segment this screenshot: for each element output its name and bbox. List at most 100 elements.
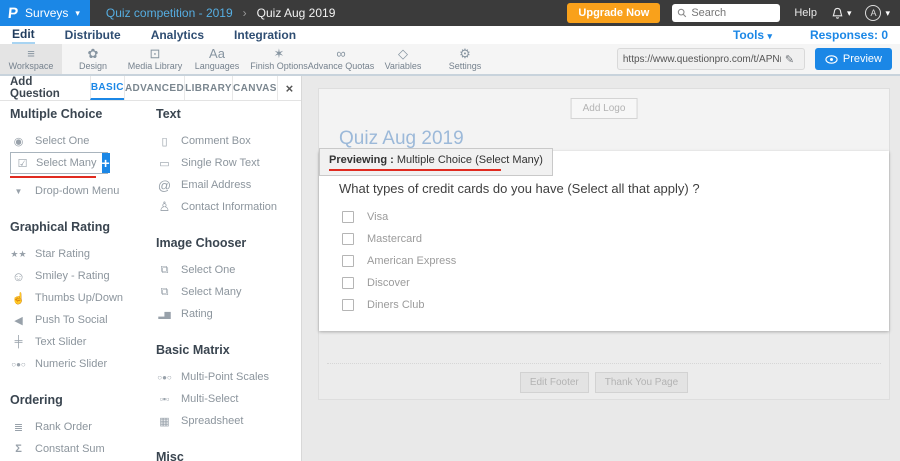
add-logo-button[interactable]: Add Logo (571, 98, 638, 119)
question-type-spreadsheet[interactable]: ▦ Spreadsheet (156, 410, 293, 432)
section-title: Image Chooser (156, 236, 293, 251)
section-title: Graphical Rating (10, 220, 156, 235)
toolbar-item-media-library[interactable]: ⊡ Media Library (124, 44, 186, 74)
toolbar-item-variables[interactable]: ◇ Variables (372, 44, 434, 74)
toolbar-item-workspace[interactable]: ≡ Workspace (0, 44, 62, 74)
notifications-menu[interactable]: ▾ (831, 7, 852, 20)
checkbox[interactable] (342, 299, 354, 311)
tab-basic[interactable]: BASIC (90, 76, 124, 100)
chart-icon: ▂▆ (156, 310, 173, 319)
close-icon[interactable]: × (277, 76, 301, 100)
edit-footer-button[interactable]: Edit Footer (520, 372, 589, 393)
search-box[interactable] (672, 4, 780, 22)
option-label: Diners Club (367, 299, 424, 311)
numeric-slider-icon: ○●○ (10, 360, 27, 369)
section-title: Multiple Choice (10, 107, 156, 122)
question-type-comment-box[interactable]: ▯ Comment Box (156, 130, 293, 152)
question-type-image-rating[interactable]: ▂▆ Rating (156, 303, 293, 325)
divider (327, 363, 881, 364)
breadcrumb-parent[interactable]: Quiz competition - 2019 (106, 6, 233, 20)
surveys-label: Surveys (25, 6, 68, 20)
tag-icon: ◇ (398, 47, 408, 60)
question-type-star-rating[interactable]: ★★ Star Rating (10, 243, 156, 265)
question-type-text-slider[interactable]: ╪ Text Slider (10, 331, 156, 353)
chevron-down-icon: ▾ (847, 8, 852, 19)
checkbox[interactable] (342, 255, 354, 267)
question-type-select-many[interactable]: ☑ Select Many + (10, 152, 108, 174)
upgrade-now-button[interactable]: Upgrade Now (567, 3, 660, 23)
rank-list-icon: ≣ (10, 421, 27, 434)
checkbox-icon: ☑ (14, 157, 31, 170)
question-type-multi-point-scales[interactable]: ○●○ Multi-Point Scales (156, 366, 293, 388)
bell-icon (831, 7, 844, 20)
question-type-numeric-slider[interactable]: ○●○ Numeric Slider (10, 353, 156, 375)
translate-icon: Aa (209, 47, 225, 60)
option-label: Discover (367, 277, 410, 289)
tab-edit[interactable]: Edit (12, 27, 35, 44)
toolbar-item-languages[interactable]: Aa Languages (186, 44, 248, 74)
toolbar-item-design[interactable]: ✿ Design (62, 44, 124, 74)
question-type-multi-select[interactable]: ▫▪▫ Multi-Select (156, 388, 293, 410)
image-icon: ⊡ (150, 47, 161, 60)
survey-preview-stage: Add Logo Quiz Aug 2019 Previewing : Mult… (318, 88, 890, 400)
question-type-rank-order[interactable]: ≣ Rank Order (10, 416, 156, 438)
tab-library[interactable]: LIBRARY (184, 76, 232, 100)
toolbar-item-settings[interactable]: ⚙ Settings (434, 44, 496, 74)
account-menu[interactable]: A ▾ (865, 5, 890, 21)
checkbox[interactable] (342, 277, 354, 289)
question-type-dropdown-menu[interactable]: ▼ Drop-down Menu (10, 180, 156, 202)
person-icon: ♙ (156, 199, 173, 215)
add-select-many-button[interactable]: + (102, 153, 110, 173)
previewing-chip: Previewing : Multiple Choice (Select Man… (319, 148, 553, 176)
checkbox[interactable] (342, 211, 354, 223)
question-type-image-select-many[interactable]: ⧉ Select Many (156, 281, 293, 303)
question-type-constant-sum[interactable]: Σ Constant Sum (10, 438, 156, 460)
workspace-icon: ≡ (27, 47, 35, 60)
question-type-smiley-rating[interactable]: ☺ Smiley - Rating (10, 265, 156, 287)
option-row: American Express (342, 250, 889, 272)
sigma-icon: Σ (10, 443, 27, 455)
surveys-menu[interactable]: P Surveys ▾ (0, 0, 90, 26)
question-type-push-to-social[interactable]: ◀ Push To Social (10, 309, 156, 331)
tab-integration[interactable]: Integration (234, 28, 296, 43)
editor-toolbar: ≡ Workspace ✿ Design ⊡ Media Library Aa … (0, 44, 900, 76)
question-type-thumbs-up-down[interactable]: ☝ Thumbs Up/Down (10, 287, 156, 309)
question-type-contact-information[interactable]: ♙ Contact Information (156, 196, 293, 218)
question-type-single-row-text[interactable]: ▭ Single Row Text (156, 152, 293, 174)
question-card: What types of credit cards do you have (… (319, 151, 889, 331)
question-type-select-one[interactable]: ◉ Select One (10, 130, 156, 152)
survey-url-input[interactable] (623, 54, 781, 65)
tab-distribute[interactable]: Distribute (65, 28, 121, 43)
main-nav: Edit Distribute Analytics Integration To… (0, 26, 900, 44)
thank-you-page-button[interactable]: Thank You Page (595, 372, 688, 393)
palette-icon: ✿ (88, 47, 99, 60)
option-label: Mastercard (367, 233, 422, 245)
tab-canvas[interactable]: CANVAS (232, 76, 277, 100)
responses-count[interactable]: Responses: 0 (810, 28, 888, 42)
survey-title: Quiz Aug 2019 (339, 128, 464, 150)
tools-menu[interactable]: Tools ▾ (733, 28, 772, 42)
question-type-email-address[interactable]: @ Email Address (156, 174, 293, 196)
gear-icon: ⚙ (459, 47, 471, 60)
section-basic-matrix: Basic Matrix ○●○ Multi-Point Scales ▫▪▫ … (156, 343, 293, 432)
stars-icon: ★★ (10, 249, 27, 260)
preview-button[interactable]: Preview (815, 48, 892, 70)
help-link[interactable]: Help (794, 7, 817, 19)
grid-icon: ▦ (156, 415, 173, 428)
toolbar-item-finish-options[interactable]: ✶ Finish Options (248, 44, 310, 74)
breadcrumb-current: Quiz Aug 2019 (257, 6, 336, 20)
section-ordering: Ordering ≣ Rank Order Σ Constant Sum ↖ D… (10, 393, 156, 461)
single-row-icon: ▭ (156, 157, 173, 170)
textbox-icon: ▯ (156, 135, 173, 148)
edit-pencil-icon[interactable]: ✎ (785, 53, 794, 66)
tab-advanced[interactable]: ADVANCED (124, 76, 184, 100)
panel-title: Add Question (0, 76, 90, 100)
tab-analytics[interactable]: Analytics (151, 28, 204, 43)
section-multiple-choice: Multiple Choice ◉ Select One ☑ Select Ma… (10, 107, 156, 202)
checkbox[interactable] (342, 233, 354, 245)
question-type-image-select-one[interactable]: ⧉ Select One (156, 259, 293, 281)
search-input[interactable] (691, 7, 771, 19)
survey-footer-area: Edit Footer Thank You Page (319, 331, 889, 401)
toolbar-item-advance-quotas[interactable]: ∞ Advance Quotas (310, 44, 372, 74)
option-label: American Express (367, 255, 456, 267)
